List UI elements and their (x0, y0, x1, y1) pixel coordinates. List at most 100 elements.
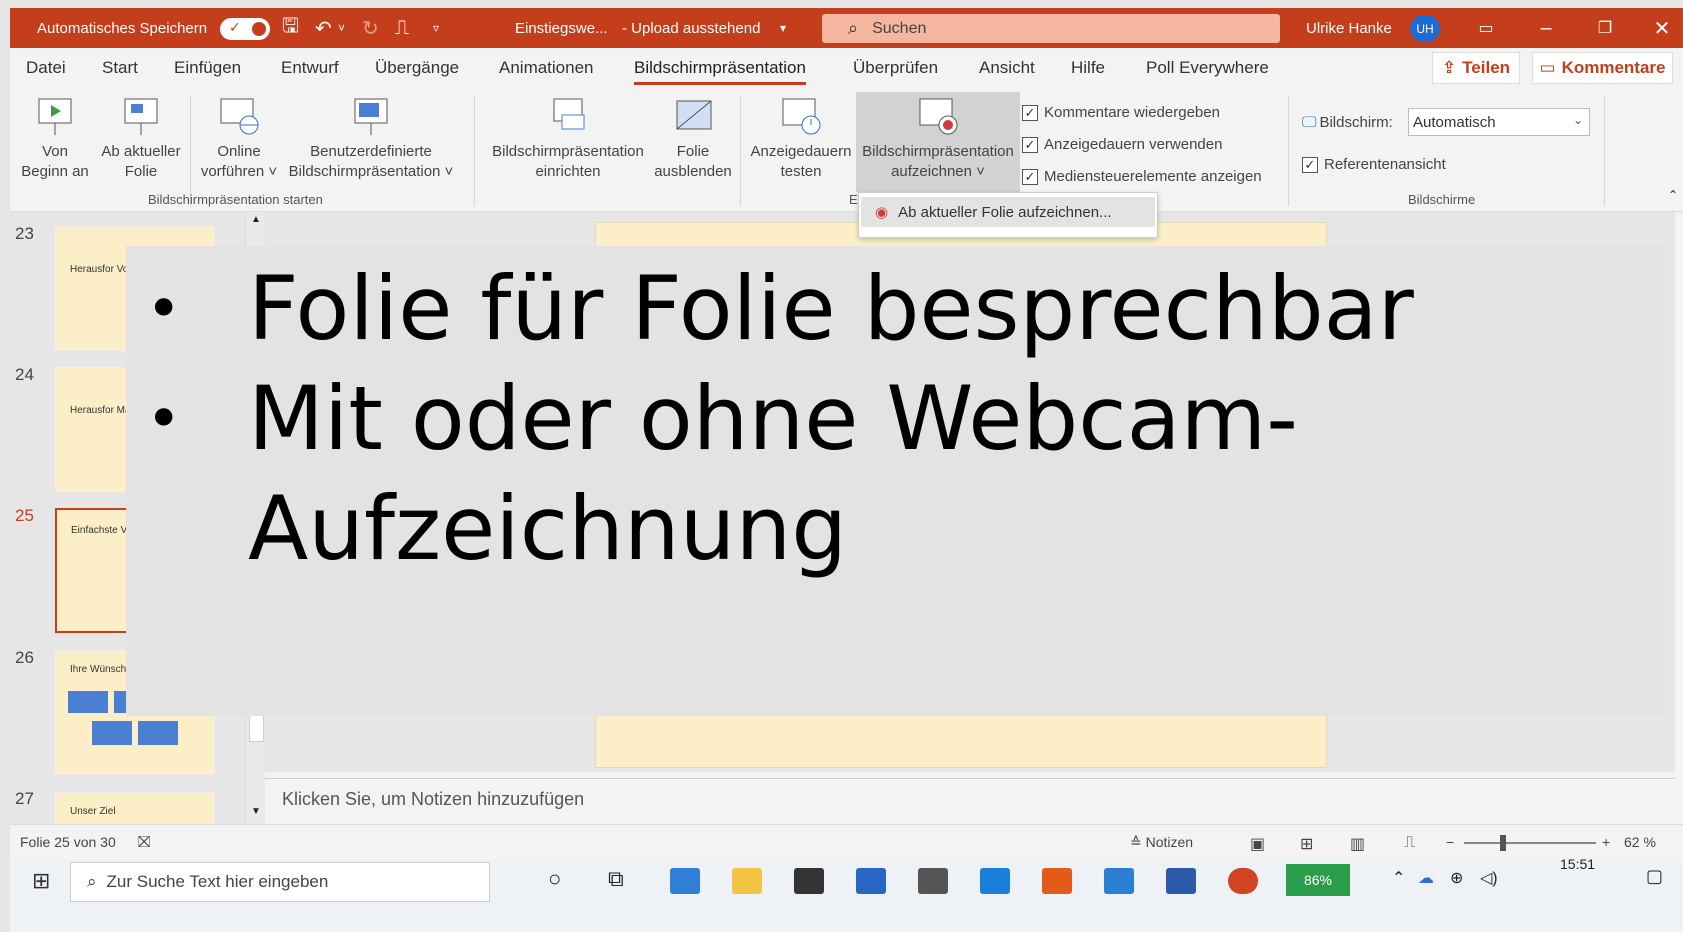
store-icon[interactable] (794, 868, 824, 894)
rehearse-timings-button[interactable]: Anzeigedauern testen (746, 92, 856, 182)
tab-poll-everywhere[interactable]: Poll Everywhere (1146, 58, 1269, 78)
show-media-controls-checkbox[interactable]: ✓ Medien­steuerelemente anzeigen (1022, 168, 1262, 185)
network-icon[interactable]: ⊕ (1450, 868, 1463, 888)
edge-icon[interactable] (670, 868, 700, 894)
windows-start-icon[interactable]: ⊞ (32, 868, 50, 894)
status-bar: Folie 25 von 30 ⛝ ≙ Notizen ▣ ⊞ ▥ ⎍ − + … (10, 824, 1683, 860)
ribbon-tabs: Datei Start Einfügen Entwurf Übergänge A… (10, 48, 1683, 88)
file-explorer-icon[interactable] (732, 868, 762, 894)
onedrive-icon[interactable]: ☁ (1418, 868, 1434, 888)
notes-icon: ≙ (1130, 834, 1146, 850)
reading-view-icon[interactable]: ▥ (1350, 834, 1365, 854)
doc-menu-chevron-icon[interactable]: ▾ (780, 8, 786, 48)
present-icon[interactable]: ⎍ (395, 8, 409, 48)
word-icon[interactable] (1166, 868, 1196, 894)
clock[interactable]: 15:51 (1560, 856, 1595, 872)
zoom-out-icon[interactable]: − (1446, 834, 1454, 850)
restore-icon[interactable]: ❐ (1585, 8, 1625, 48)
comment-icon: ▭ (1539, 58, 1556, 77)
play-narrations-checkbox[interactable]: ✓ Kommentare wiedergeben (1022, 104, 1220, 121)
slide-number: 26 (15, 648, 34, 667)
tab-datei[interactable]: Datei (26, 58, 66, 78)
record-from-current-item[interactable]: ◉ Ab aktueller Folie aufzeichnen... (861, 197, 1155, 227)
taskbar-search[interactable]: ⌕ Zur Suche Text hier eingeben (70, 862, 490, 902)
presenter-view-checkbox[interactable]: ✓ Referentenansicht (1302, 156, 1446, 173)
notes-button[interactable]: ≙ Notizen (1130, 834, 1193, 851)
presentation-current-icon (98, 92, 184, 142)
task-view-icon[interactable]: ⧉ (608, 866, 624, 892)
app-icon[interactable] (980, 868, 1010, 894)
tab-uebergaenge[interactable]: Übergänge (375, 58, 459, 78)
record-dropdown-menu: ◉ Ab aktueller Folie aufzeichnen... (858, 192, 1158, 238)
scroll-down-icon: ▼ (251, 806, 261, 817)
zoom-slider[interactable] (1464, 835, 1596, 851)
slideshow-view-icon[interactable]: ⎍ (1404, 834, 1415, 852)
from-beginning-button[interactable]: Von Beginn an (18, 92, 92, 182)
customize-qat-icon[interactable]: ▿ (433, 8, 439, 48)
tab-ansicht[interactable]: Ansicht (979, 58, 1035, 78)
monitor-label: 🖵 Bildschirm: (1302, 114, 1393, 131)
ribbon-display-icon[interactable]: ▭ (1466, 8, 1506, 48)
search-box[interactable]: ⌕ Suchen (822, 14, 1280, 43)
present-online-icon (196, 92, 282, 142)
undo-icon[interactable]: ↶ (315, 8, 332, 48)
setup-show-icon (488, 92, 648, 142)
avatar[interactable]: UH (1410, 15, 1440, 42)
zoom-level[interactable]: 62 % (1624, 834, 1656, 850)
share-icon: ⇪ (1441, 58, 1457, 77)
accessibility-icon[interactable]: ⛝ (138, 834, 150, 852)
from-current-slide-button[interactable]: Ab aktueller Folie (98, 92, 184, 182)
slide-number: 25 (15, 506, 34, 525)
search-placeholder: Suchen (872, 19, 927, 37)
custom-show-button[interactable]: Benutzerdefinierte Bildschirmpräsentation… (282, 92, 460, 182)
tab-bildschirmpraesentation[interactable]: Bildschirmpräsentation (634, 58, 806, 85)
tab-start[interactable]: Start (102, 58, 138, 78)
slide-number: 23 (15, 224, 34, 243)
ribbon: Von Beginn an Ab aktueller Folie Online vor… (10, 88, 1683, 212)
mail-icon[interactable] (918, 868, 948, 894)
close-icon[interactable]: ✕ (1642, 8, 1682, 48)
use-timings-checkbox[interactable]: ✓ Anzeigedauern verwenden (1022, 136, 1222, 153)
tab-animationen[interactable]: Animationen (499, 58, 594, 78)
undo-dropdown-icon[interactable]: ˅ (338, 8, 345, 48)
group-label-setup: E (849, 192, 858, 207)
notes-pane[interactable]: Klicken Sie, um Notizen hinzuzufügen (265, 778, 1675, 822)
autosave-toggle[interactable]: ✓ (220, 18, 270, 40)
teams-icon[interactable] (1104, 868, 1134, 894)
collapse-ribbon-icon[interactable]: ⌃ (1668, 188, 1678, 202)
share-button[interactable]: ⇪ Teilen (1432, 52, 1520, 84)
outlook-icon[interactable] (856, 868, 886, 894)
bullet-icon: • (146, 384, 182, 454)
user-name[interactable]: Ulrike Hanke (1306, 8, 1392, 48)
normal-view-icon[interactable]: ▣ (1250, 834, 1265, 854)
comment-button[interactable]: ▭ Kommentare (1532, 52, 1673, 84)
present-online-button[interactable]: Online vorführen ˅ (196, 92, 282, 182)
tray-chevron-icon[interactable]: ⌃ (1392, 868, 1405, 888)
notification-center-icon[interactable]: ▢ (1646, 866, 1663, 887)
save-icon[interactable]: 🖫 (282, 8, 299, 48)
powerpoint-icon[interactable] (1228, 868, 1258, 894)
slide-counter: Folie 25 von 30 (20, 834, 116, 850)
tab-ueberpruefen[interactable]: Überprüfen (853, 58, 938, 78)
group-label-monitors: Bildschirme (1408, 192, 1476, 207)
search-icon: ⌕ (87, 872, 97, 891)
record-show-button[interactable]: Bildschirmpräsentation aufzeichnen ˅ (856, 92, 1020, 192)
stopwatch-icon (746, 92, 856, 142)
hide-slide-button[interactable]: Folie ausblenden (650, 92, 736, 182)
tab-entwurf[interactable]: Entwurf (281, 58, 339, 78)
monitor-select[interactable]: Automatisch ⌄ (1408, 108, 1590, 136)
zoom-in-icon[interactable]: + (1602, 834, 1610, 850)
slide-sorter-icon[interactable]: ⊞ (1300, 834, 1313, 854)
cortana-icon[interactable]: ○ (548, 866, 561, 892)
title-bar: Automatisches Speichern ✓ 🖫 ↶ ˅ ↻ ⎍ ▿ Ei… (10, 8, 1683, 48)
redo-icon[interactable]: ↻ (362, 8, 379, 48)
tab-einfuegen[interactable]: Einfügen (174, 58, 241, 78)
battery-indicator[interactable]: 86% (1286, 864, 1350, 896)
upload-status[interactable]: - Upload ausstehend (622, 8, 760, 48)
setup-show-button[interactable]: Bildschirmpräsentation einrichten (488, 92, 648, 182)
volume-icon[interactable]: ◁) (1480, 868, 1498, 888)
office-icon[interactable] (1042, 868, 1072, 894)
tab-hilfe[interactable]: Hilfe (1071, 58, 1105, 78)
document-name[interactable]: Einstiegswe... (515, 8, 608, 48)
minimize-icon[interactable]: – (1526, 8, 1566, 48)
